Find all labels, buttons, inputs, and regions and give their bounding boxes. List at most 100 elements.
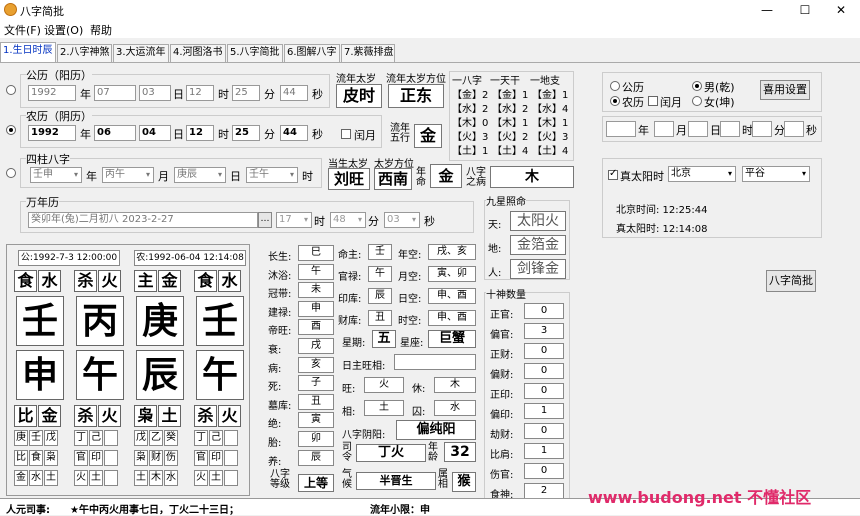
- yue-kong: 寅、卯: [428, 266, 476, 282]
- tab-dayun[interactable]: 3.大运流年: [113, 44, 169, 62]
- nianming: 金: [430, 164, 462, 188]
- sizhu-month-select[interactable]: 丙午 ▾: [102, 167, 154, 183]
- changsheng-value: 未: [298, 282, 334, 299]
- alt-day-input[interactable]: [688, 121, 708, 137]
- flow-year-taisui: 皮时: [336, 84, 382, 108]
- sizhu-radio[interactable]: [6, 168, 16, 178]
- menu-file[interactable]: 文件(F): [4, 22, 41, 38]
- changsheng-value: 巳: [298, 245, 334, 261]
- tab-shensha[interactable]: 2.八字神煞: [57, 44, 112, 62]
- shishen-count: 3: [524, 323, 564, 339]
- maximize-button[interactable]: ☐: [790, 1, 820, 19]
- district-select[interactable]: 平谷 ▾: [742, 166, 810, 182]
- solar-radio[interactable]: [6, 85, 16, 95]
- qiu: 水: [434, 400, 476, 416]
- shishen-label: 劫财:: [490, 430, 514, 441]
- changsheng-value: 酉: [298, 319, 334, 336]
- tab-ziwei[interactable]: 7.紫薇排盘: [341, 44, 395, 62]
- lunar-day-input[interactable]: 04: [139, 125, 171, 141]
- tab-jianpi[interactable]: 5.八字简批: [227, 44, 283, 62]
- lunar-month-input[interactable]: 06: [94, 125, 136, 141]
- wannian-minute[interactable]: 48 ▾: [330, 212, 366, 228]
- solar-year-input[interactable]: 1992: [28, 85, 76, 101]
- canggan-cell: 官: [194, 450, 208, 466]
- nian-kong: 戌、亥: [428, 244, 476, 260]
- canggan-cell: 水: [29, 470, 43, 486]
- close-button[interactable]: ✕: [826, 1, 856, 19]
- lunar-minute-input[interactable]: 25: [232, 125, 260, 141]
- menu-settings[interactable]: 设置(O): [44, 22, 83, 38]
- sizhu-hour-select[interactable]: 壬午 ▾: [246, 167, 298, 183]
- tiangan-char: 丙: [76, 296, 124, 346]
- changsheng-value: 辰: [298, 449, 334, 466]
- dizhi-char: 午: [196, 350, 244, 400]
- jiuxing-label: 人:: [488, 268, 502, 279]
- menu-bar: 文件(F) 设置(O) 帮助: [0, 20, 860, 38]
- flow-year-element: 金: [414, 124, 442, 148]
- wuxing-cell: 【水】4: [532, 104, 569, 115]
- true-solar-checkbox[interactable]: [608, 168, 618, 180]
- shishen-bot-char: 杀: [74, 405, 97, 427]
- shishen-bot-char: 火: [98, 405, 121, 427]
- menu-help[interactable]: 帮助: [90, 22, 112, 38]
- leap-month-checkbox[interactable]: [341, 129, 351, 139]
- canggan-cell: 土: [134, 470, 148, 486]
- canggan-cell: [104, 450, 118, 466]
- alt-hour-input[interactable]: [720, 121, 740, 137]
- canggan-cell: 金: [14, 470, 28, 486]
- solar-day-input[interactable]: 03: [139, 85, 171, 101]
- wannian-date[interactable]: 癸卯年(兔)二月初八 2023-2-27: [28, 212, 258, 228]
- ri-kong: 申、酉: [428, 288, 476, 304]
- xiyong-settings-button[interactable]: 喜用设置: [760, 80, 810, 100]
- lunar-second-input[interactable]: 44: [280, 125, 308, 141]
- canggan-cell: 枭: [134, 450, 148, 466]
- female-radio[interactable]: [692, 96, 702, 106]
- jianpi-button[interactable]: 八字简批: [766, 270, 816, 292]
- opt-leap-checkbox[interactable]: [648, 96, 658, 106]
- lunar-hour-input[interactable]: 12: [186, 125, 214, 141]
- canggan-cell: [104, 470, 118, 486]
- changsheng-label: 长生:: [268, 252, 292, 263]
- taisui-direction: 西南: [374, 168, 412, 190]
- wuxing-cell: 【木】1: [492, 118, 529, 129]
- alt-minute-input[interactable]: [752, 121, 772, 137]
- minimize-button[interactable]: —: [752, 1, 782, 19]
- canggan-cell: 己: [89, 430, 103, 446]
- sizhu-year-select[interactable]: 壬申 ▾: [30, 167, 82, 183]
- canggan-cell: [104, 430, 118, 446]
- solar-month-input[interactable]: 07: [94, 85, 136, 101]
- wannian-second[interactable]: 03 ▾: [384, 212, 420, 228]
- alt-month-input[interactable]: [654, 121, 674, 137]
- tab-birthday[interactable]: 1.生日时辰: [0, 42, 56, 62]
- changsheng-value: 戌: [298, 338, 334, 354]
- wuxing-cell: 【金】2: [452, 90, 489, 101]
- dizhi-char: 申: [16, 350, 64, 400]
- city-select[interactable]: 北京 ▾: [668, 166, 736, 182]
- shishen-label: 正官:: [490, 310, 514, 321]
- solar-minute-input[interactable]: 25: [232, 85, 260, 101]
- wuxing-table: 一八字 一天干 一地支 【金】2 【金】1 【金】1 【水】2 【水】2 【水】4 【木】0…: [449, 71, 574, 161]
- male-radio[interactable]: [692, 81, 702, 91]
- canggan-cell: 壬: [29, 430, 43, 446]
- gongli-radio[interactable]: [610, 81, 620, 91]
- tab-tujie[interactable]: 6.图解八字: [284, 44, 340, 62]
- xiu: 木: [434, 377, 476, 393]
- solar-hour-input[interactable]: 12: [186, 85, 214, 101]
- shishen-bot-char: 土: [158, 405, 181, 427]
- solar-second-input[interactable]: 44: [280, 85, 308, 101]
- jiuxing-label: 天:: [488, 220, 502, 231]
- sizhu-day-select[interactable]: 庚辰 ▾: [174, 167, 226, 183]
- alt-year-input[interactable]: [606, 121, 636, 137]
- alt-second-input[interactable]: [784, 121, 804, 137]
- wannian-hour[interactable]: 17 ▾: [276, 212, 312, 228]
- lunar-year-input[interactable]: 1992: [28, 125, 76, 141]
- tab-hetu[interactable]: 4.河图洛书: [170, 44, 226, 62]
- shishen-top-char: 食: [194, 270, 217, 292]
- wuxing-cell: 【木】0: [452, 118, 489, 129]
- nongli-radio[interactable]: [610, 96, 620, 106]
- changsheng-label: 沐浴:: [268, 270, 292, 282]
- lunar-radio[interactable]: [6, 125, 16, 135]
- wannian-picker-button[interactable]: …: [258, 212, 272, 228]
- siling: 丁火: [356, 444, 426, 462]
- changsheng-value: 申: [298, 300, 334, 317]
